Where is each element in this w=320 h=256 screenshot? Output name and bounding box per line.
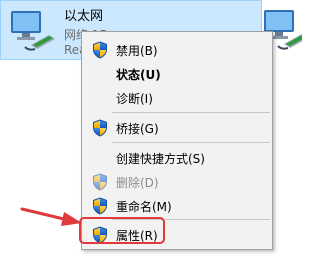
network-connections-window: 以太网 网络 15 Rea 禁用(B) 状态(U) 诊断(I) 桥接(G) 创建… <box>0 0 302 256</box>
menu-item-label: 桥接(G) <box>116 122 159 136</box>
menu-item-status[interactable]: 状态(U) <box>82 62 272 86</box>
menu-item-rename[interactable]: 重命名(M) <box>82 194 272 218</box>
menu-item-disable[interactable]: 禁用(B) <box>82 38 272 62</box>
menu-item-diagnose[interactable]: 诊断(I) <box>82 86 272 110</box>
menu-item-delete: 删除(D) <box>82 170 272 194</box>
menu-item-label: 诊断(I) <box>116 92 153 106</box>
menu-item-label: 删除(D) <box>116 176 159 190</box>
menu-item-create-shortcut[interactable]: 创建快捷方式(S) <box>82 146 272 170</box>
menu-item-label: 禁用(B) <box>116 44 158 58</box>
menu-item-bridge[interactable]: 桥接(G) <box>82 116 272 140</box>
menu-separator <box>112 112 270 113</box>
menu-item-label: 创建快捷方式(S) <box>116 152 205 166</box>
red-arrow-icon <box>20 207 82 226</box>
uac-shield-icon <box>92 41 108 59</box>
menu-item-label: 重命名(M) <box>116 200 172 214</box>
menu-separator <box>112 142 270 143</box>
uac-shield-icon <box>92 197 108 215</box>
network-adapter-icon <box>9 9 57 55</box>
adapter-name: 以太网 <box>64 9 104 24</box>
properties-highlight-box <box>79 217 165 244</box>
menu-item-label: 状态(U) <box>116 68 161 82</box>
uac-shield-icon <box>92 119 108 137</box>
uac-shield-icon <box>92 173 108 191</box>
